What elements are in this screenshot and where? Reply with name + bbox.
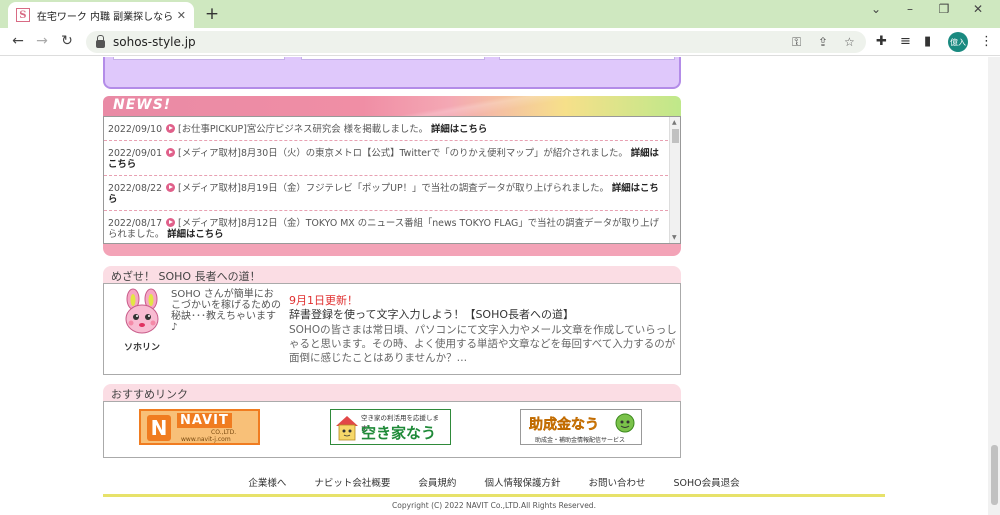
footer-divider [103, 494, 885, 497]
recommended-header: おすすめリンク [103, 384, 681, 401]
browser-tab-bar: S 在宅ワーク 内職 副業探しなら Soho ✕ + ⌄ – ❐ ✕ [0, 0, 1000, 28]
forward-arrow-icon[interactable]: → [32, 33, 52, 51]
reading-list-icon[interactable]: ≡ [900, 34, 911, 49]
address-bar[interactable]: sohos-style.jp ⚿ ⇪ ☆ [86, 31, 866, 53]
profile-avatar[interactable]: 億入 [948, 32, 968, 52]
close-tab-icon[interactable]: ✕ [177, 9, 186, 22]
extensions-icon[interactable]: ✚ [876, 34, 887, 49]
minimize-icon[interactable]: – [898, 2, 922, 16]
news-item: 2022/08/17 [メディア取材]8月12日（金）TOKYO MX のニュース… [104, 211, 668, 243]
footer-link-unsubscribe[interactable]: SOHO会員退会 [673, 475, 739, 489]
joseikin-character-icon [615, 413, 635, 433]
mascot-name: ソホリン [123, 343, 160, 353]
update-title[interactable]: 辞書登録を使って文字入力しよう！【SOHO長者への道】 [289, 306, 574, 322]
purple-card [113, 57, 285, 60]
kebab-menu-icon[interactable]: ⋮ [980, 34, 993, 49]
news-text: [お仕事PICKUP]宮公庁ビジネス研究会 様を掲載しました。 [178, 124, 428, 135]
tab-search-icon[interactable]: ⌄ [864, 2, 888, 16]
news-text: [メディア取材]8月19日（金）フジテレビ「ポップUP！」で当社の調査データが取… [178, 183, 609, 194]
lock-icon[interactable] [96, 34, 105, 48]
joseikin-tagline: 助成金・補助金情報配信サービス [535, 437, 626, 444]
news-header: NEWS! [103, 96, 681, 116]
footer-link-privacy[interactable]: 個人情報保護方針 [484, 475, 560, 489]
page-content: NEWS! 2022/09/10 [お仕事PICKUP]宮公庁ビジネス研究会 様を… [0, 57, 1000, 515]
close-window-icon[interactable]: ✕ [966, 2, 990, 16]
footer-link-contact[interactable]: お問い合わせ [588, 475, 645, 489]
navit-banner[interactable]: N NAVIT CO.,LTD. www.navit-j.com [139, 409, 260, 445]
bullet-arrow-icon [166, 218, 176, 227]
navit-logo-icon: N [147, 415, 171, 441]
scroll-up-icon[interactable]: ▲ [672, 119, 677, 126]
purple-card [301, 57, 485, 60]
site-favicon-icon: S [16, 8, 30, 22]
footer-link-company-profile[interactable]: ナビット会社概要 [314, 475, 390, 489]
news-item: 2022/08/22 [メディア取材]8月19日（金）フジテレビ「ポップUP！」で… [104, 176, 668, 211]
soho-intro-text: SOHO さんが簡単におこづかいを稼げるための秘訣･･･教えちゃいます♪ [171, 289, 281, 333]
bullet-arrow-icon [166, 148, 176, 157]
side-panel-icon[interactable]: ▮ [924, 34, 931, 49]
news-title: NEWS! [113, 97, 172, 113]
news-scrollbar[interactable]: ▲ ▼ [669, 117, 680, 243]
new-tab-button[interactable]: + [202, 4, 222, 24]
news-item: 2022/09/01 [メディア取材]8月30日（火）の東京メトロ【公式】Twit… [104, 141, 668, 176]
browser-toolbar: ← → ↻ sohos-style.jp ⚿ ⇪ ☆ ✚ ≡ ▮ 億入 ⋮ [0, 28, 1000, 56]
sohorin-mascot-icon [125, 288, 159, 334]
news-header-stripe [303, 96, 681, 116]
reload-icon[interactable]: ↻ [57, 33, 77, 51]
navit-name: NAVIT [177, 413, 232, 428]
navit-sub: CO.,LTD. [211, 429, 237, 436]
news-item: 2022/09/10 [お仕事PICKUP]宮公庁ビジネス研究会 様を掲載しました… [104, 117, 668, 141]
news-date: 2022/09/10 [108, 124, 163, 135]
news-footer-band [103, 244, 681, 256]
copyright: Copyright (C) 2022 NAVIT Co.,LTD.All Rig… [392, 501, 596, 510]
akiya-now-banner[interactable]: 空き家の利活用を応援します！ 空き家なう [330, 409, 451, 445]
key-icon[interactable]: ⚿ [792, 35, 801, 50]
page-scroll-thumb[interactable] [991, 445, 998, 505]
footer-link-terms[interactable]: 会員規約 [418, 475, 456, 489]
purple-card [499, 57, 675, 60]
footer-link-companies[interactable]: 企業様へ [248, 475, 286, 489]
recommended-box: N NAVIT CO.,LTD. www.navit-j.com 空き家の利活用… [103, 401, 681, 458]
news-list[interactable]: 2022/09/10 [お仕事PICKUP]宮公庁ビジネス研究会 様を掲載しました… [104, 117, 668, 243]
tab-title: 在宅ワーク 内職 副業探しなら Soho [36, 11, 173, 23]
star-icon[interactable]: ☆ [844, 35, 855, 49]
soho-road-header: めざせ！ SOHO 長者への道！ [103, 266, 681, 283]
back-arrow-icon[interactable]: ← [8, 33, 28, 51]
navit-url: www.navit-j.com [181, 436, 231, 443]
url-text[interactable]: sohos-style.jp [113, 35, 196, 49]
news-date: 2022/08/22 [108, 183, 163, 194]
akiya-character-icon [336, 416, 358, 441]
purple-panel-bottom [103, 57, 681, 89]
news-text: [メディア取材]8月30日（火）の東京メトロ【公式】Twitterで「のりかえ便… [178, 148, 628, 159]
bullet-arrow-icon [166, 183, 176, 192]
news-date: 2022/08/17 [108, 218, 163, 229]
page-scrollbar[interactable] [988, 57, 1000, 515]
joseikin-now-banner[interactable]: 助成金なう 助成金・補助金情報配信サービス [520, 409, 642, 445]
news-detail-link[interactable]: 詳細はこちら [431, 124, 487, 135]
share-icon[interactable]: ⇪ [818, 35, 828, 49]
akiya-name: 空き家なう [361, 424, 437, 442]
news-scroll-thumb[interactable] [672, 129, 679, 143]
news-box: 2022/09/10 [お仕事PICKUP]宮公庁ビジネス研究会 様を掲載しました… [103, 116, 681, 244]
restore-icon[interactable]: ❐ [932, 2, 956, 16]
soho-road-box[interactable]: ソホリン SOHO さんが簡単におこづかいを稼げるための秘訣･･･教えちゃいます… [103, 283, 681, 375]
joseikin-name: 助成金なう [529, 417, 599, 433]
news-date: 2022/09/01 [108, 148, 163, 159]
news-detail-link[interactable]: 詳細はこちら [167, 229, 223, 240]
update-body: SOHOの皆さまは常日頃、パソコンにて文字入力やメール文章を作成していらっしゃる… [289, 324, 677, 364]
bullet-arrow-icon [166, 124, 176, 133]
footer-links: 企業様へ ナビット会社概要 会員規約 個人情報保護方針 お問い合わせ SOHO会… [103, 475, 885, 489]
scroll-down-icon[interactable]: ▼ [672, 234, 677, 241]
browser-tab[interactable]: S 在宅ワーク 内職 副業探しなら Soho ✕ [8, 2, 194, 28]
